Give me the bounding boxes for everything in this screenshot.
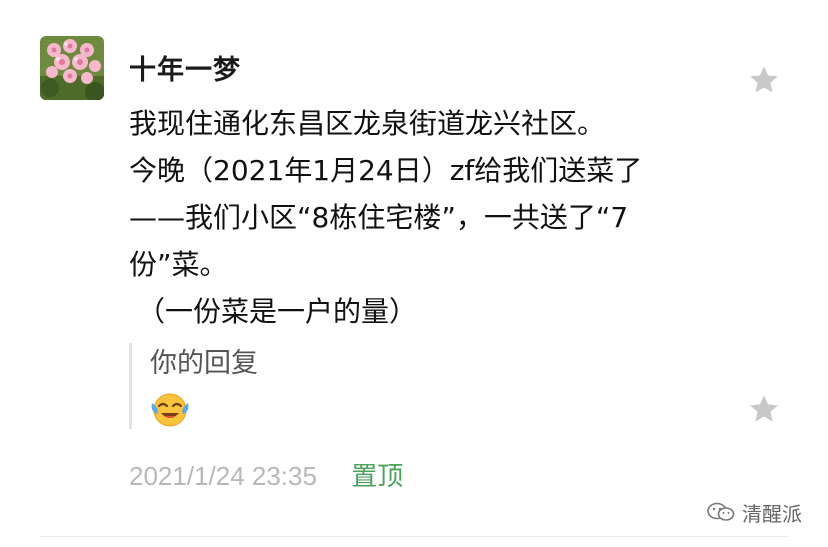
wechat-channel-icon (707, 502, 735, 521)
star-icon[interactable] (747, 392, 781, 426)
star-icon[interactable] (747, 63, 781, 97)
divider (40, 536, 788, 537)
watermark-text: 清醒派 (742, 501, 802, 526)
comment-line: ——我们小区“8栋住宅楼”，一共送了“7 (129, 201, 629, 234)
comment-timestamp: 2021/1/24 23:35 (129, 461, 317, 491)
pin-to-top-button[interactable]: 置顶 (351, 462, 403, 492)
comment-line: 今晚（2021年1月24日）zf给我们送菜了 (129, 154, 643, 187)
comment-meta: 2021/1/24 23:35 置顶 (129, 458, 403, 495)
comment-body: 我现住通化东昌区龙泉街道龙兴社区。 今晚（2021年1月24日）zf给我们送菜了… (129, 100, 729, 335)
comment-line: 我现住通化东昌区龙泉街道龙兴社区。 (129, 107, 606, 140)
author-reply: 你的回复 (129, 343, 258, 429)
comment-author[interactable]: 十年一梦 (129, 48, 241, 87)
comment-line: （一份菜是一户的量） (137, 295, 418, 328)
flower-avatar-image (40, 36, 104, 100)
comment-line: 份”菜。 (129, 248, 228, 281)
comment-card: 十年一梦 我现住通化东昌区龙泉街道龙兴社区。 今晚（2021年1月24日）zf给… (0, 0, 828, 547)
watermark: 清醒派 (706, 497, 802, 527)
laughing-crying-face-icon (150, 389, 190, 429)
avatar[interactable] (40, 36, 104, 100)
reply-label: 你的回复 (150, 348, 258, 379)
